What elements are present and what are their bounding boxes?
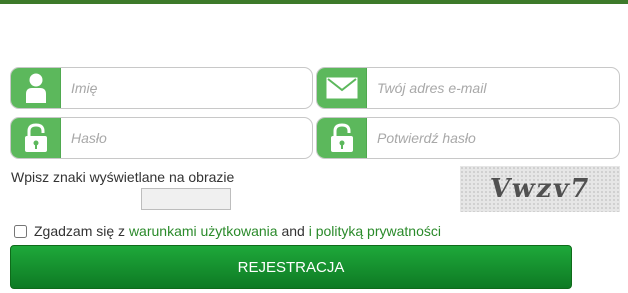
- agree-text: Zgadzam się z warunkami użytkowania and …: [34, 223, 441, 239]
- top-bar: [0, 0, 628, 4]
- name-field[interactable]: [10, 67, 313, 109]
- captcha-input[interactable]: [141, 188, 231, 210]
- agree-row: Zgadzam się z warunkami użytkowania and …: [14, 223, 441, 239]
- lock-icon: [317, 118, 367, 158]
- confirm-password-field[interactable]: [316, 117, 620, 159]
- captcha-label: Wpisz znaki wyświetlane na obrazie: [11, 169, 235, 185]
- agree-and: and: [281, 223, 305, 239]
- password-input[interactable]: [61, 118, 312, 158]
- privacy-link[interactable]: i polityką prywatności: [309, 223, 441, 239]
- register-button[interactable]: REJESTRACJA: [10, 245, 572, 289]
- captcha-text: Vwzv7: [487, 174, 593, 204]
- agree-prefix: Zgadzam się z: [34, 223, 126, 239]
- terms-link[interactable]: warunkami użytkowania: [129, 223, 278, 239]
- password-field[interactable]: [10, 117, 313, 159]
- user-icon: [11, 68, 61, 108]
- email-field[interactable]: [316, 67, 620, 109]
- confirm-password-input[interactable]: [367, 118, 619, 158]
- agree-checkbox[interactable]: [14, 224, 27, 238]
- envelope-icon: [317, 68, 367, 108]
- lock-icon: [11, 118, 61, 158]
- email-input[interactable]: [367, 68, 619, 108]
- captcha-image: Vwzv7: [460, 166, 620, 212]
- name-input[interactable]: [61, 68, 312, 108]
